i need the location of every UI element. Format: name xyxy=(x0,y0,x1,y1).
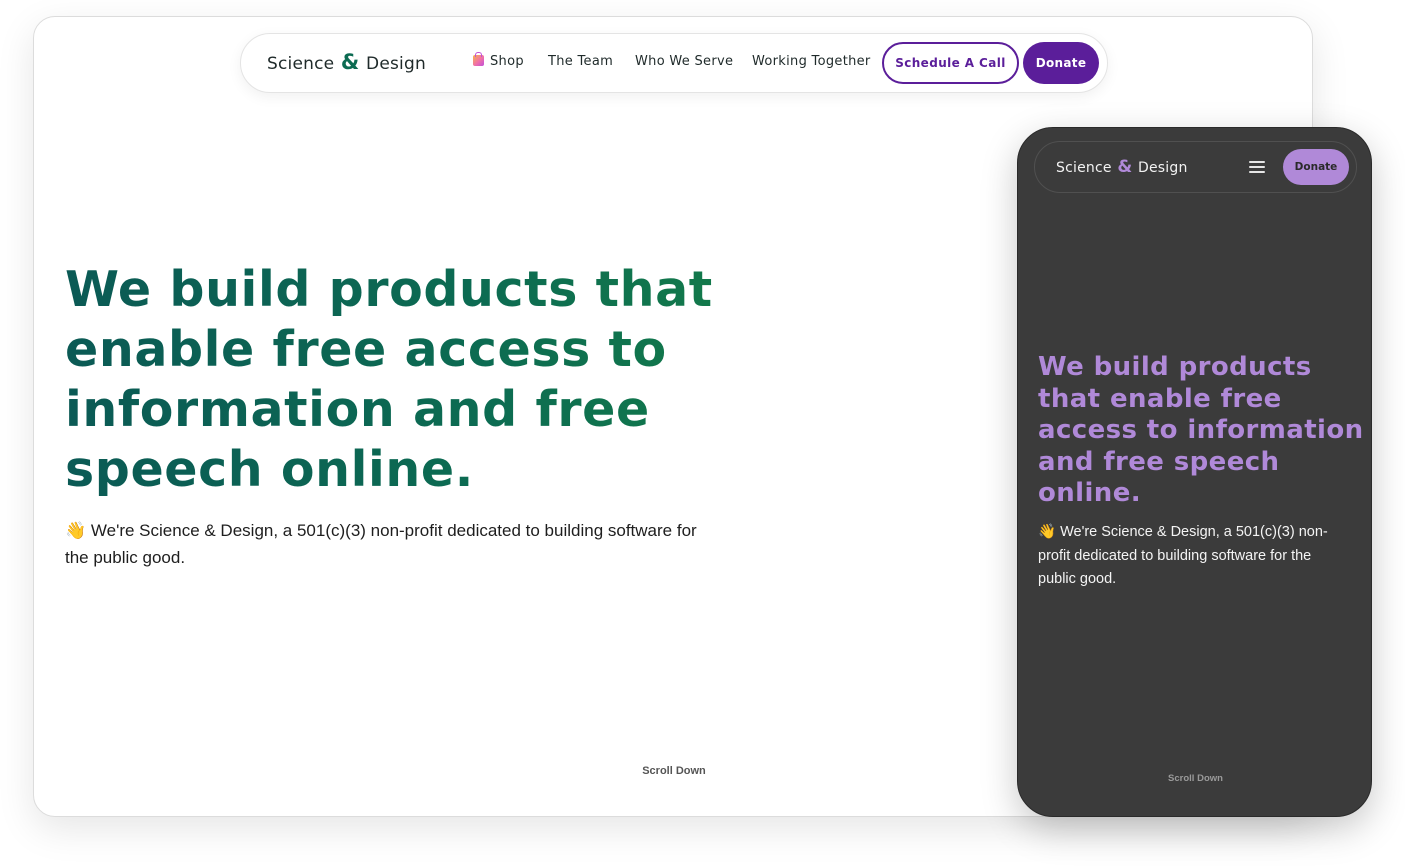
hero-subtitle: 👋 We're Science & Design, a 501(c)(3) no… xyxy=(65,521,697,567)
nav-link-the-team[interactable]: The Team xyxy=(548,54,613,69)
mobile-donate-button[interactable]: Donate xyxy=(1283,149,1349,185)
mobile-hero-title: We build products that enable free acces… xyxy=(1038,352,1364,508)
mobile-navbar: Science & Design Donate xyxy=(1034,141,1357,193)
mobile-preview: Science & Design Donate We build product… xyxy=(1017,127,1372,817)
schedule-call-button[interactable]: Schedule A Call xyxy=(882,42,1019,84)
hero-title: We build products that enable free acces… xyxy=(65,260,745,500)
mobile-brand-ampersand: & xyxy=(1117,157,1133,177)
mobile-brand-logo[interactable]: Science & Design xyxy=(1056,157,1188,177)
brand-word-design: Design xyxy=(366,54,426,74)
nav-link-working-together[interactable]: Working Together xyxy=(752,54,871,69)
nav-link-who-we-serve[interactable]: Who We Serve xyxy=(635,54,733,69)
mobile-hero-subtitle: 👋 We're Science & Design, a 501(c)(3) no… xyxy=(1038,524,1328,587)
nav-link-shop-label: Shop xyxy=(490,54,524,69)
desktop-navbar: Science & Design Shop The Team Who We Se… xyxy=(240,33,1108,93)
brand-word-science: Science xyxy=(267,54,335,74)
mobile-brand-word-science: Science xyxy=(1056,160,1112,176)
screenshot-stage: Science & Design Shop The Team Who We Se… xyxy=(0,0,1405,866)
mobile-scroll-down-link[interactable]: Scroll Down xyxy=(1018,773,1371,784)
nav-link-shop[interactable]: Shop xyxy=(473,52,524,69)
brand-logo[interactable]: Science & Design xyxy=(267,50,426,74)
brand-ampersand: & xyxy=(340,50,360,74)
shopping-bag-icon xyxy=(473,52,484,66)
donate-button[interactable]: Donate xyxy=(1023,42,1099,84)
mobile-brand-word-design: Design xyxy=(1138,160,1188,176)
hamburger-menu-icon[interactable] xyxy=(1249,161,1265,173)
